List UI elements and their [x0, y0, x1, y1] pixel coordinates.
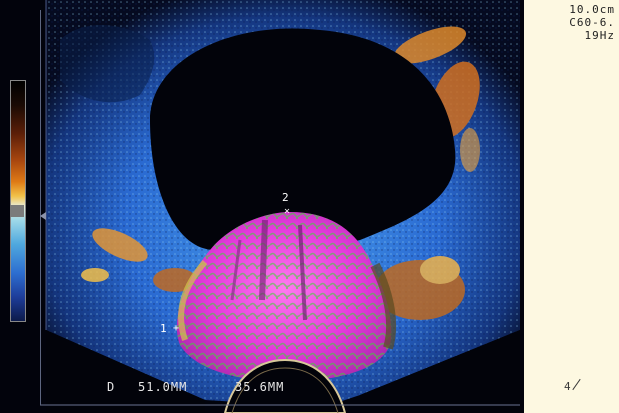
measurement-distance-2: 35.6MM [235, 380, 285, 394]
depth-scale-line [40, 10, 41, 405]
parameter-panel [524, 0, 619, 413]
frame-number: 4 [564, 380, 571, 393]
color-map-indicator [10, 205, 24, 217]
probe-readout: C60-6. [569, 16, 615, 29]
color-map-bar [10, 80, 26, 322]
frequency-readout: 19Hz [584, 29, 615, 42]
caliper-label-1: 1 [160, 322, 167, 335]
focus-marker-icon [40, 212, 46, 220]
caliper-plus-1: + [173, 323, 180, 334]
ultrasound-scan [40, 0, 520, 413]
measurement-distance-1: 51.0MM [138, 380, 188, 394]
depth-readout: 10.0cm [569, 3, 615, 16]
measurement-label: D [107, 380, 116, 394]
caliper-cross-2: × [284, 206, 291, 217]
caliper-label-2: 2 [282, 191, 289, 204]
